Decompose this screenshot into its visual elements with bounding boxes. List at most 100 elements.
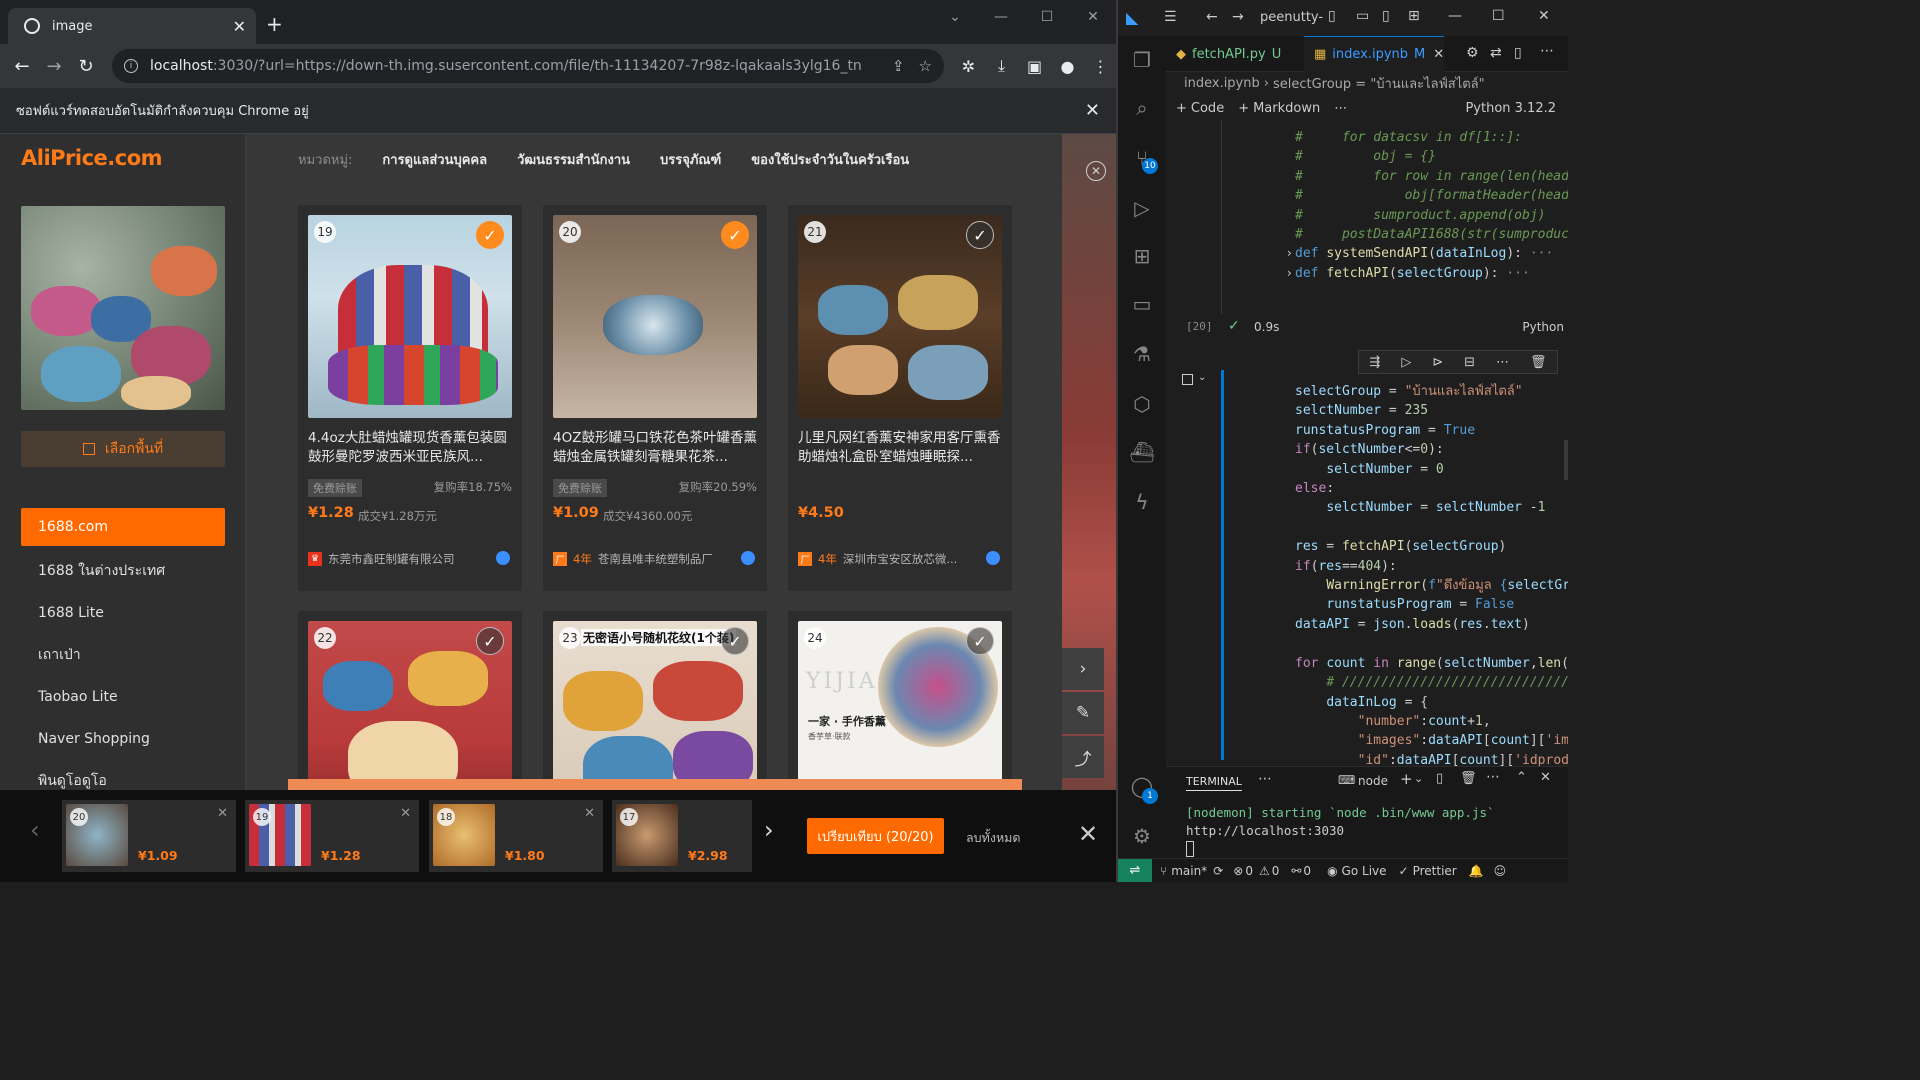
remove-icon[interactable]: ✕ bbox=[400, 806, 411, 821]
remote-explorer-icon[interactable]: ▭ bbox=[1130, 292, 1154, 316]
nav-back-icon[interactable]: ← bbox=[1206, 9, 1218, 25]
docker-icon[interactable]: ⛴ bbox=[1129, 440, 1154, 464]
sync-icon[interactable]: ⟳ bbox=[1213, 864, 1223, 878]
source-item[interactable]: Naver Shopping bbox=[21, 718, 225, 760]
edit-icon[interactable]: ✎ bbox=[1062, 692, 1104, 734]
add-code-button[interactable]: Code bbox=[1191, 101, 1224, 116]
aliprice-logo[interactable]: AliPrice.com bbox=[21, 146, 163, 170]
error-count[interactable]: 0 bbox=[1245, 864, 1253, 878]
category-item[interactable]: การดูแลส่วนบุคคล bbox=[382, 149, 487, 170]
minimize-button[interactable]: — bbox=[978, 0, 1024, 34]
share-icon[interactable]: ⇪ bbox=[892, 57, 905, 75]
fold-chevron-icon[interactable]: › bbox=[1287, 246, 1292, 260]
profile-icon[interactable]: ● bbox=[1051, 57, 1084, 76]
add-code-icon[interactable]: + bbox=[1176, 101, 1187, 116]
cell-chevron-icon[interactable]: ⌄ bbox=[1198, 372, 1206, 383]
jupyter-icon[interactable]: ⬡ bbox=[1130, 392, 1154, 416]
address-bar[interactable]: i localhost :3030/?url=https://down-th.i… bbox=[112, 49, 944, 83]
close-tray-icon[interactable]: ✕ bbox=[1078, 820, 1098, 848]
close-window-button[interactable]: ✕ bbox=[1070, 0, 1116, 34]
search-icon[interactable]: ⌕ bbox=[1130, 96, 1154, 120]
product-title[interactable]: 4OZ鼓形罐马口铁花色茶叶罐香薰蜡烛金属铁罐刻膏糖果花茶... bbox=[553, 429, 759, 467]
product-card[interactable]: 19 ✓ 4.4oz大肚蜡烛罐现货香薰包装圆鼓形曼陀罗波西米亚民族风... 免费… bbox=[298, 205, 522, 591]
bookmark-star-icon[interactable]: ☆ bbox=[919, 57, 932, 75]
checked-icon[interactable]: ✓ bbox=[476, 221, 504, 249]
new-terminal-icon[interactable]: + bbox=[1400, 770, 1413, 788]
remote-indicator-icon[interactable]: ⇌ bbox=[1118, 858, 1152, 882]
tray-item[interactable]: 20 ¥1.09 ✕ bbox=[62, 800, 236, 872]
checked-icon[interactable]: ✓ bbox=[721, 221, 749, 249]
next-arrow-icon[interactable]: › bbox=[1062, 648, 1104, 690]
clear-all-button[interactable]: ลบทั้งหมด bbox=[966, 828, 1021, 848]
explorer-icon[interactable]: ❐ bbox=[1130, 48, 1154, 72]
product-card[interactable]: 20 ✓ 4OZ鼓形罐马口铁花色茶叶罐香薰蜡烛金属铁罐刻膏糖果花茶... 免费赊… bbox=[543, 205, 767, 591]
terminal-shell[interactable]: node bbox=[1358, 774, 1388, 788]
tab-search-icon[interactable]: ⌄ bbox=[932, 0, 978, 34]
tray-item[interactable]: 19 ¥1.28 ✕ bbox=[245, 800, 419, 872]
go-live-button[interactable]: Go Live bbox=[1342, 864, 1387, 878]
product-title[interactable]: 儿里凡网红香薰安神家用客厅熏香助蜡烛礼盒卧室蜡烛睡眠探... bbox=[798, 429, 1004, 467]
delete-cell-icon[interactable]: 🗑 bbox=[1530, 355, 1547, 370]
tray-next-icon[interactable]: › bbox=[764, 816, 774, 844]
split-cell-icon[interactable]: ⊟ bbox=[1464, 355, 1475, 370]
thunder-client-icon[interactable]: ϟ bbox=[1130, 490, 1154, 514]
panel-more-icon[interactable]: ⋯ bbox=[1258, 771, 1272, 787]
remove-icon[interactable]: ✕ bbox=[584, 806, 595, 821]
maximize-panel-icon[interactable]: ⌃ bbox=[1516, 770, 1527, 785]
cell-run-icon[interactable] bbox=[1182, 374, 1193, 385]
add-markdown-button[interactable]: Markdown bbox=[1253, 101, 1320, 116]
maximize-button[interactable]: ☐ bbox=[1024, 0, 1070, 34]
chat-icon[interactable] bbox=[496, 551, 510, 565]
seller-row[interactable]: 厂 4年 深圳市宝安区放芯微... bbox=[798, 551, 1004, 567]
category-item[interactable]: วัฒนธรรมสำนักงาน bbox=[517, 149, 630, 170]
menu-icon[interactable]: ☰ bbox=[1164, 9, 1177, 25]
forward-button[interactable]: → bbox=[38, 56, 70, 77]
cell-language[interactable]: Python bbox=[1522, 320, 1564, 334]
unchecked-icon[interactable]: ✓ bbox=[966, 221, 994, 249]
chat-icon[interactable] bbox=[741, 551, 755, 565]
split-editor-icon[interactable]: ▯ bbox=[1514, 45, 1522, 61]
warning-count[interactable]: 0 bbox=[1272, 864, 1280, 878]
tab-fetchapi[interactable]: ◆ fetchAPI.py U bbox=[1166, 36, 1302, 72]
more-actions-icon[interactable]: ⋯ bbox=[1540, 43, 1554, 59]
source-item[interactable]: Taobao Lite bbox=[21, 676, 225, 718]
chat-icon[interactable] bbox=[986, 551, 1000, 565]
remove-icon[interactable]: ✕ bbox=[217, 806, 228, 821]
site-info-icon[interactable]: i bbox=[124, 59, 138, 73]
settings-gear-icon[interactable]: ⚙ bbox=[1130, 824, 1154, 848]
run-above-icon[interactable]: ⇶ bbox=[1369, 355, 1380, 370]
terminal-dropdown-icon[interactable]: ⌄ bbox=[1414, 772, 1423, 785]
editor-scrollbar[interactable] bbox=[1564, 440, 1568, 480]
cell-code-collapsed[interactable]: # for datacsv in df[1::]: # obj = {} # f… bbox=[1295, 128, 1568, 283]
tray-item[interactable]: 18 ¥1.80 ✕ bbox=[429, 800, 603, 872]
close-tab-icon[interactable]: ✕ bbox=[1433, 47, 1444, 62]
category-item[interactable]: บรรจุภัณฑ์ bbox=[660, 149, 721, 170]
menu-icon[interactable]: ⋮ bbox=[1084, 57, 1116, 76]
reload-button[interactable]: ↻ bbox=[70, 56, 102, 77]
testing-icon[interactable]: ⚗ bbox=[1130, 342, 1154, 366]
kernel-settings-icon[interactable]: ⚙ bbox=[1466, 45, 1479, 61]
add-markdown-icon[interactable]: + bbox=[1238, 101, 1249, 116]
source-item[interactable]: เถาเป่า bbox=[21, 634, 225, 676]
breadcrumb-symbol[interactable]: selectGroup = "บ้านและไลฟ์สไตล์" bbox=[1273, 73, 1485, 94]
close-infobar-icon[interactable]: ✕ bbox=[1085, 100, 1100, 121]
extensions-icon[interactable]: ⊞ bbox=[1130, 244, 1154, 268]
back-button[interactable]: ← bbox=[6, 56, 38, 77]
toggle-panel-icon[interactable]: ▭ bbox=[1356, 8, 1369, 24]
unchecked-icon[interactable]: ✓ bbox=[966, 627, 994, 655]
download-icon[interactable]: ⤓ bbox=[985, 56, 1018, 76]
bell-icon[interactable]: 🔔 bbox=[1469, 864, 1484, 878]
compare-icon[interactable]: ⇄ bbox=[1490, 45, 1502, 61]
tray-item[interactable]: 17 ¥2.98 bbox=[612, 800, 752, 872]
source-item[interactable]: 1688 ในต่างประเทศ bbox=[21, 550, 225, 592]
seller-row[interactable]: ♛ 东莞市鑫旺制罐有限公司 bbox=[308, 551, 514, 567]
close-tab-icon[interactable]: ✕ bbox=[233, 17, 246, 36]
run-debug-icon[interactable]: ▷ bbox=[1130, 196, 1154, 220]
unchecked-icon[interactable]: ✓ bbox=[476, 627, 504, 655]
unchecked-icon[interactable]: ✓ bbox=[721, 627, 749, 655]
kill-terminal-icon[interactable]: 🗑 bbox=[1460, 771, 1477, 786]
nav-forward-icon[interactable]: → bbox=[1232, 9, 1244, 25]
product-card[interactable]: 21 ✓ 儿里凡网红香薰安神家用客厅熏香助蜡烛礼盒卧室蜡烛睡眠探... ¥4.5… bbox=[788, 205, 1012, 591]
side-panel-icon[interactable]: ▣ bbox=[1018, 57, 1051, 76]
fold-chevron-icon[interactable]: › bbox=[1287, 266, 1292, 280]
